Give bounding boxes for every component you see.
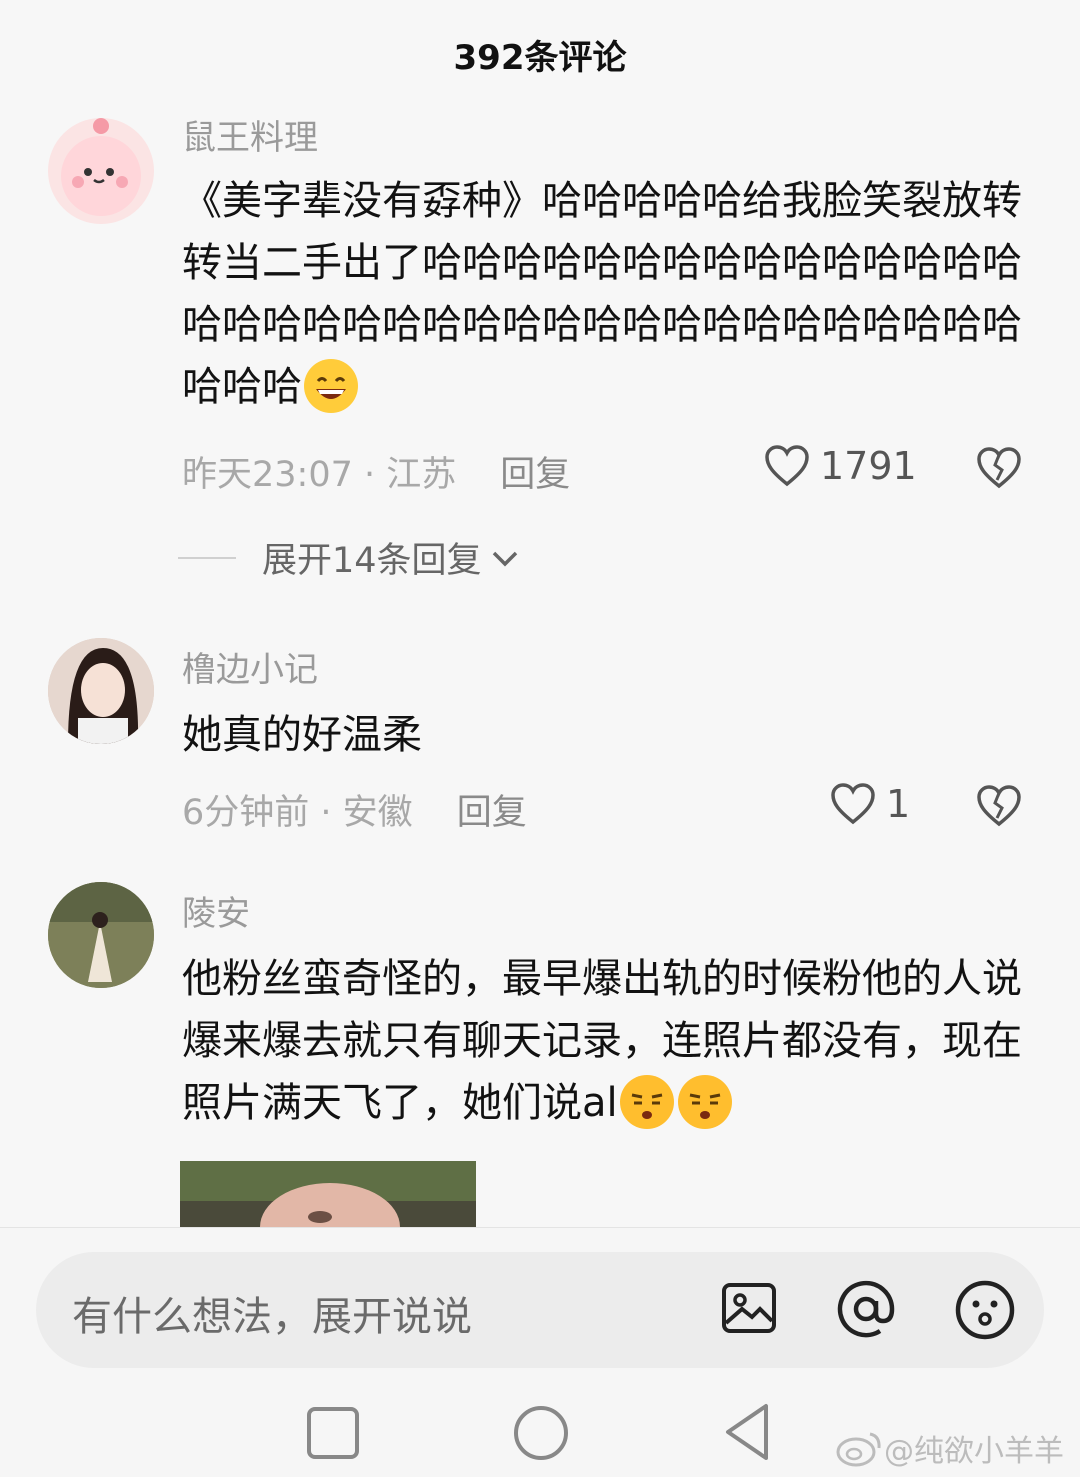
dislike-button[interactable] bbox=[976, 784, 1022, 832]
broken-heart-icon bbox=[977, 447, 1021, 489]
avatar[interactable] bbox=[48, 118, 154, 224]
page-title: 392条评论 bbox=[453, 38, 627, 78]
reply-button[interactable]: 回复 bbox=[457, 793, 527, 833]
comment-username[interactable]: 鼠王料理 bbox=[182, 110, 318, 159]
back-triangle-icon[interactable] bbox=[722, 1402, 772, 1466]
circle-nav-icon[interactable] bbox=[512, 1404, 570, 1466]
broken-heart-icon bbox=[977, 785, 1021, 827]
comment-meta: 昨天23:07 · 江苏 回复 bbox=[182, 455, 571, 495]
reply-button[interactable]: 回复 bbox=[500, 455, 570, 495]
divider-line bbox=[178, 556, 236, 559]
emoji-icon[interactable] bbox=[954, 1279, 1016, 1345]
like-count: 1 bbox=[886, 782, 911, 826]
avatar[interactable] bbox=[48, 882, 154, 988]
avatar[interactable] bbox=[48, 638, 154, 744]
comment-image[interactable] bbox=[180, 1161, 476, 1227]
image-icon[interactable] bbox=[720, 1279, 778, 1341]
watermark: @纯欲小羊羊 bbox=[834, 1426, 1064, 1470]
dislike-button[interactable] bbox=[976, 446, 1022, 494]
comment-text: 她真的好温柔 bbox=[182, 712, 422, 758]
comment-text: 《美字辈没有孬种》哈哈哈哈哈给我脸笑裂放转转当二手出了哈哈哈哈哈哈哈哈哈哈哈哈哈… bbox=[182, 170, 1022, 418]
smug-emoji-icon bbox=[676, 1073, 734, 1131]
comment-input-placeholder[interactable]: 有什么想法，展开说说 bbox=[72, 1284, 472, 1342]
chevron-down-icon bbox=[492, 551, 517, 566]
comment-text: 他粉丝蛮奇怪的，最早爆出轨的时候粉他的人说爆来爆去就只有聊天记录，连照片都没有，… bbox=[182, 948, 1022, 1134]
comment-username[interactable]: 橹边小记 bbox=[182, 642, 318, 691]
comment-username[interactable]: 陵安 bbox=[182, 886, 250, 935]
like-button[interactable]: 1791 bbox=[764, 444, 917, 488]
smug-emoji-icon bbox=[618, 1073, 676, 1131]
grinning-emoji-icon bbox=[302, 357, 360, 415]
like-button[interactable]: 1 bbox=[830, 782, 910, 826]
weibo-logo-icon bbox=[836, 1432, 881, 1467]
heart-icon bbox=[765, 445, 809, 487]
at-icon[interactable] bbox=[836, 1279, 896, 1343]
comment-meta: 6分钟前 · 安徽 回复 bbox=[182, 793, 527, 833]
expand-replies-button[interactable]: 展开14条回复 bbox=[178, 532, 522, 583]
square-nav-icon[interactable] bbox=[306, 1406, 360, 1464]
like-count: 1791 bbox=[820, 444, 917, 488]
heart-icon bbox=[831, 783, 875, 825]
